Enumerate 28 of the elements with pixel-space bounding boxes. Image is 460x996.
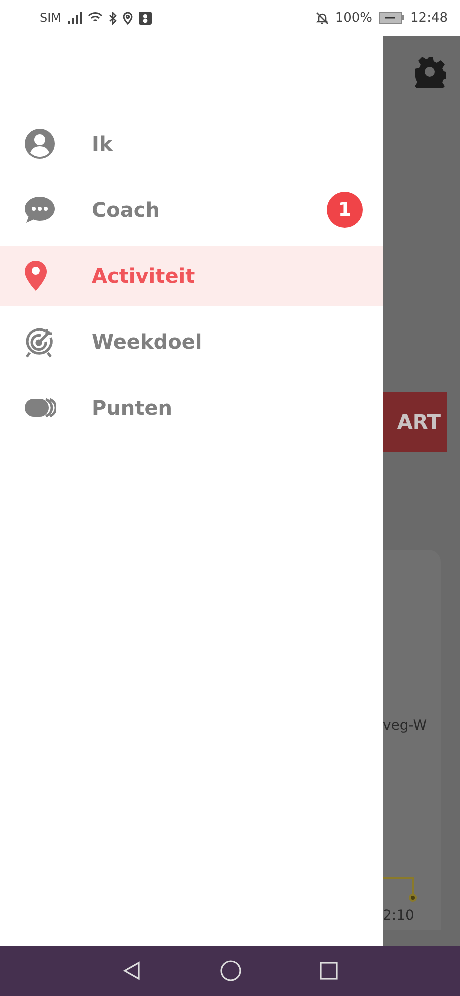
location-icon (122, 12, 133, 24)
app-icon (138, 12, 152, 24)
home-icon[interactable] (220, 960, 242, 982)
carrier-label: SIM (40, 11, 62, 25)
notification-badge: 1 (327, 192, 363, 228)
clock-time: 12:48 (410, 10, 448, 26)
person-icon (24, 128, 56, 160)
signal-icon (68, 12, 82, 24)
location-pin-icon (24, 260, 48, 292)
battery-icon (378, 12, 405, 24)
back-icon[interactable] (122, 961, 142, 981)
battery-percentage: 100% (335, 10, 373, 26)
bluetooth-icon (108, 12, 117, 24)
activity-time: 2:10 (383, 908, 414, 924)
wifi-icon (88, 12, 103, 24)
menu-item[interactable]: Weekdoel (0, 312, 383, 372)
target-icon (24, 326, 56, 358)
map-label: veg-W (383, 718, 428, 734)
menu-item[interactable]: Punten (0, 378, 383, 438)
menu-item[interactable]: Coach 1 (0, 180, 383, 240)
recent-apps-icon[interactable] (320, 962, 338, 980)
menu-item[interactable]: Ik (0, 114, 383, 174)
settings-icon[interactable] (414, 56, 446, 88)
start-button[interactable]: ART (383, 392, 447, 452)
chat-icon (24, 196, 56, 224)
muted-bell-icon (316, 12, 330, 24)
menu-item[interactable]: Activiteit (0, 246, 383, 306)
coins-icon (24, 397, 56, 419)
